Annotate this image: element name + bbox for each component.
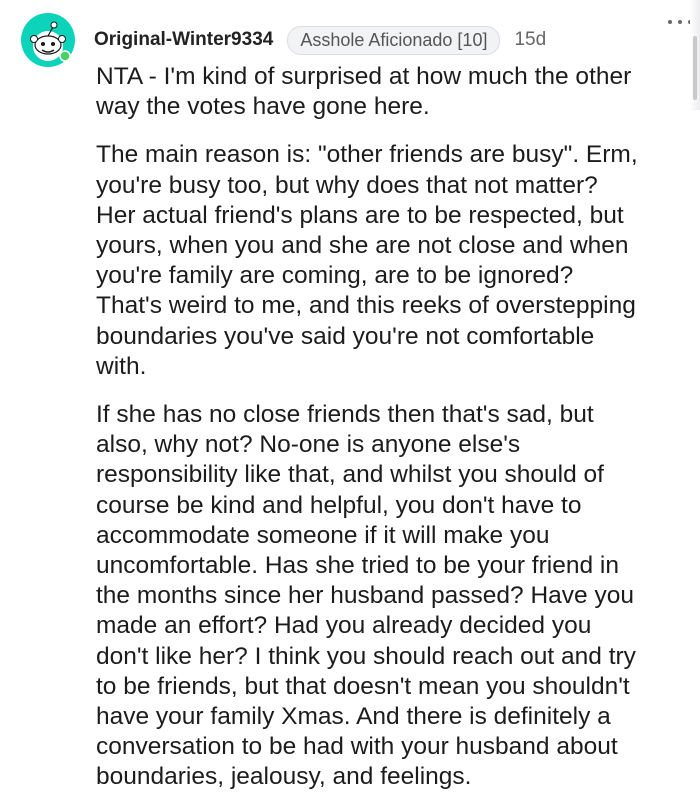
scrollbar-thumb[interactable] <box>693 36 697 100</box>
snoo-avatar-icon[interactable] <box>20 12 76 68</box>
comment-paragraph-1: NTA - I'm kind of surprised at how much … <box>96 63 632 121</box>
comment-card: Original-Winter9334 Asshole Aficionado [… <box>0 0 700 806</box>
comment-paragraph-3: If she has no close friends then that's … <box>96 401 636 791</box>
username-link[interactable]: Original-Winter9334 <box>94 29 273 51</box>
comment-header: Original-Winter9334 Asshole Aficionado [… <box>20 12 680 68</box>
user-flair-badge: Asshole Aficionado [10] <box>287 25 501 55</box>
comment-paragraph-2: The main reason is: "other friends are b… <box>96 141 638 380</box>
more-dot <box>678 20 682 24</box>
comment-age: 15d <box>514 29 547 50</box>
more-dot <box>668 20 672 24</box>
more-options-icon[interactable] <box>668 18 692 26</box>
comment-body: NTA - I'm kind of surprised at how much … <box>96 62 686 811</box>
